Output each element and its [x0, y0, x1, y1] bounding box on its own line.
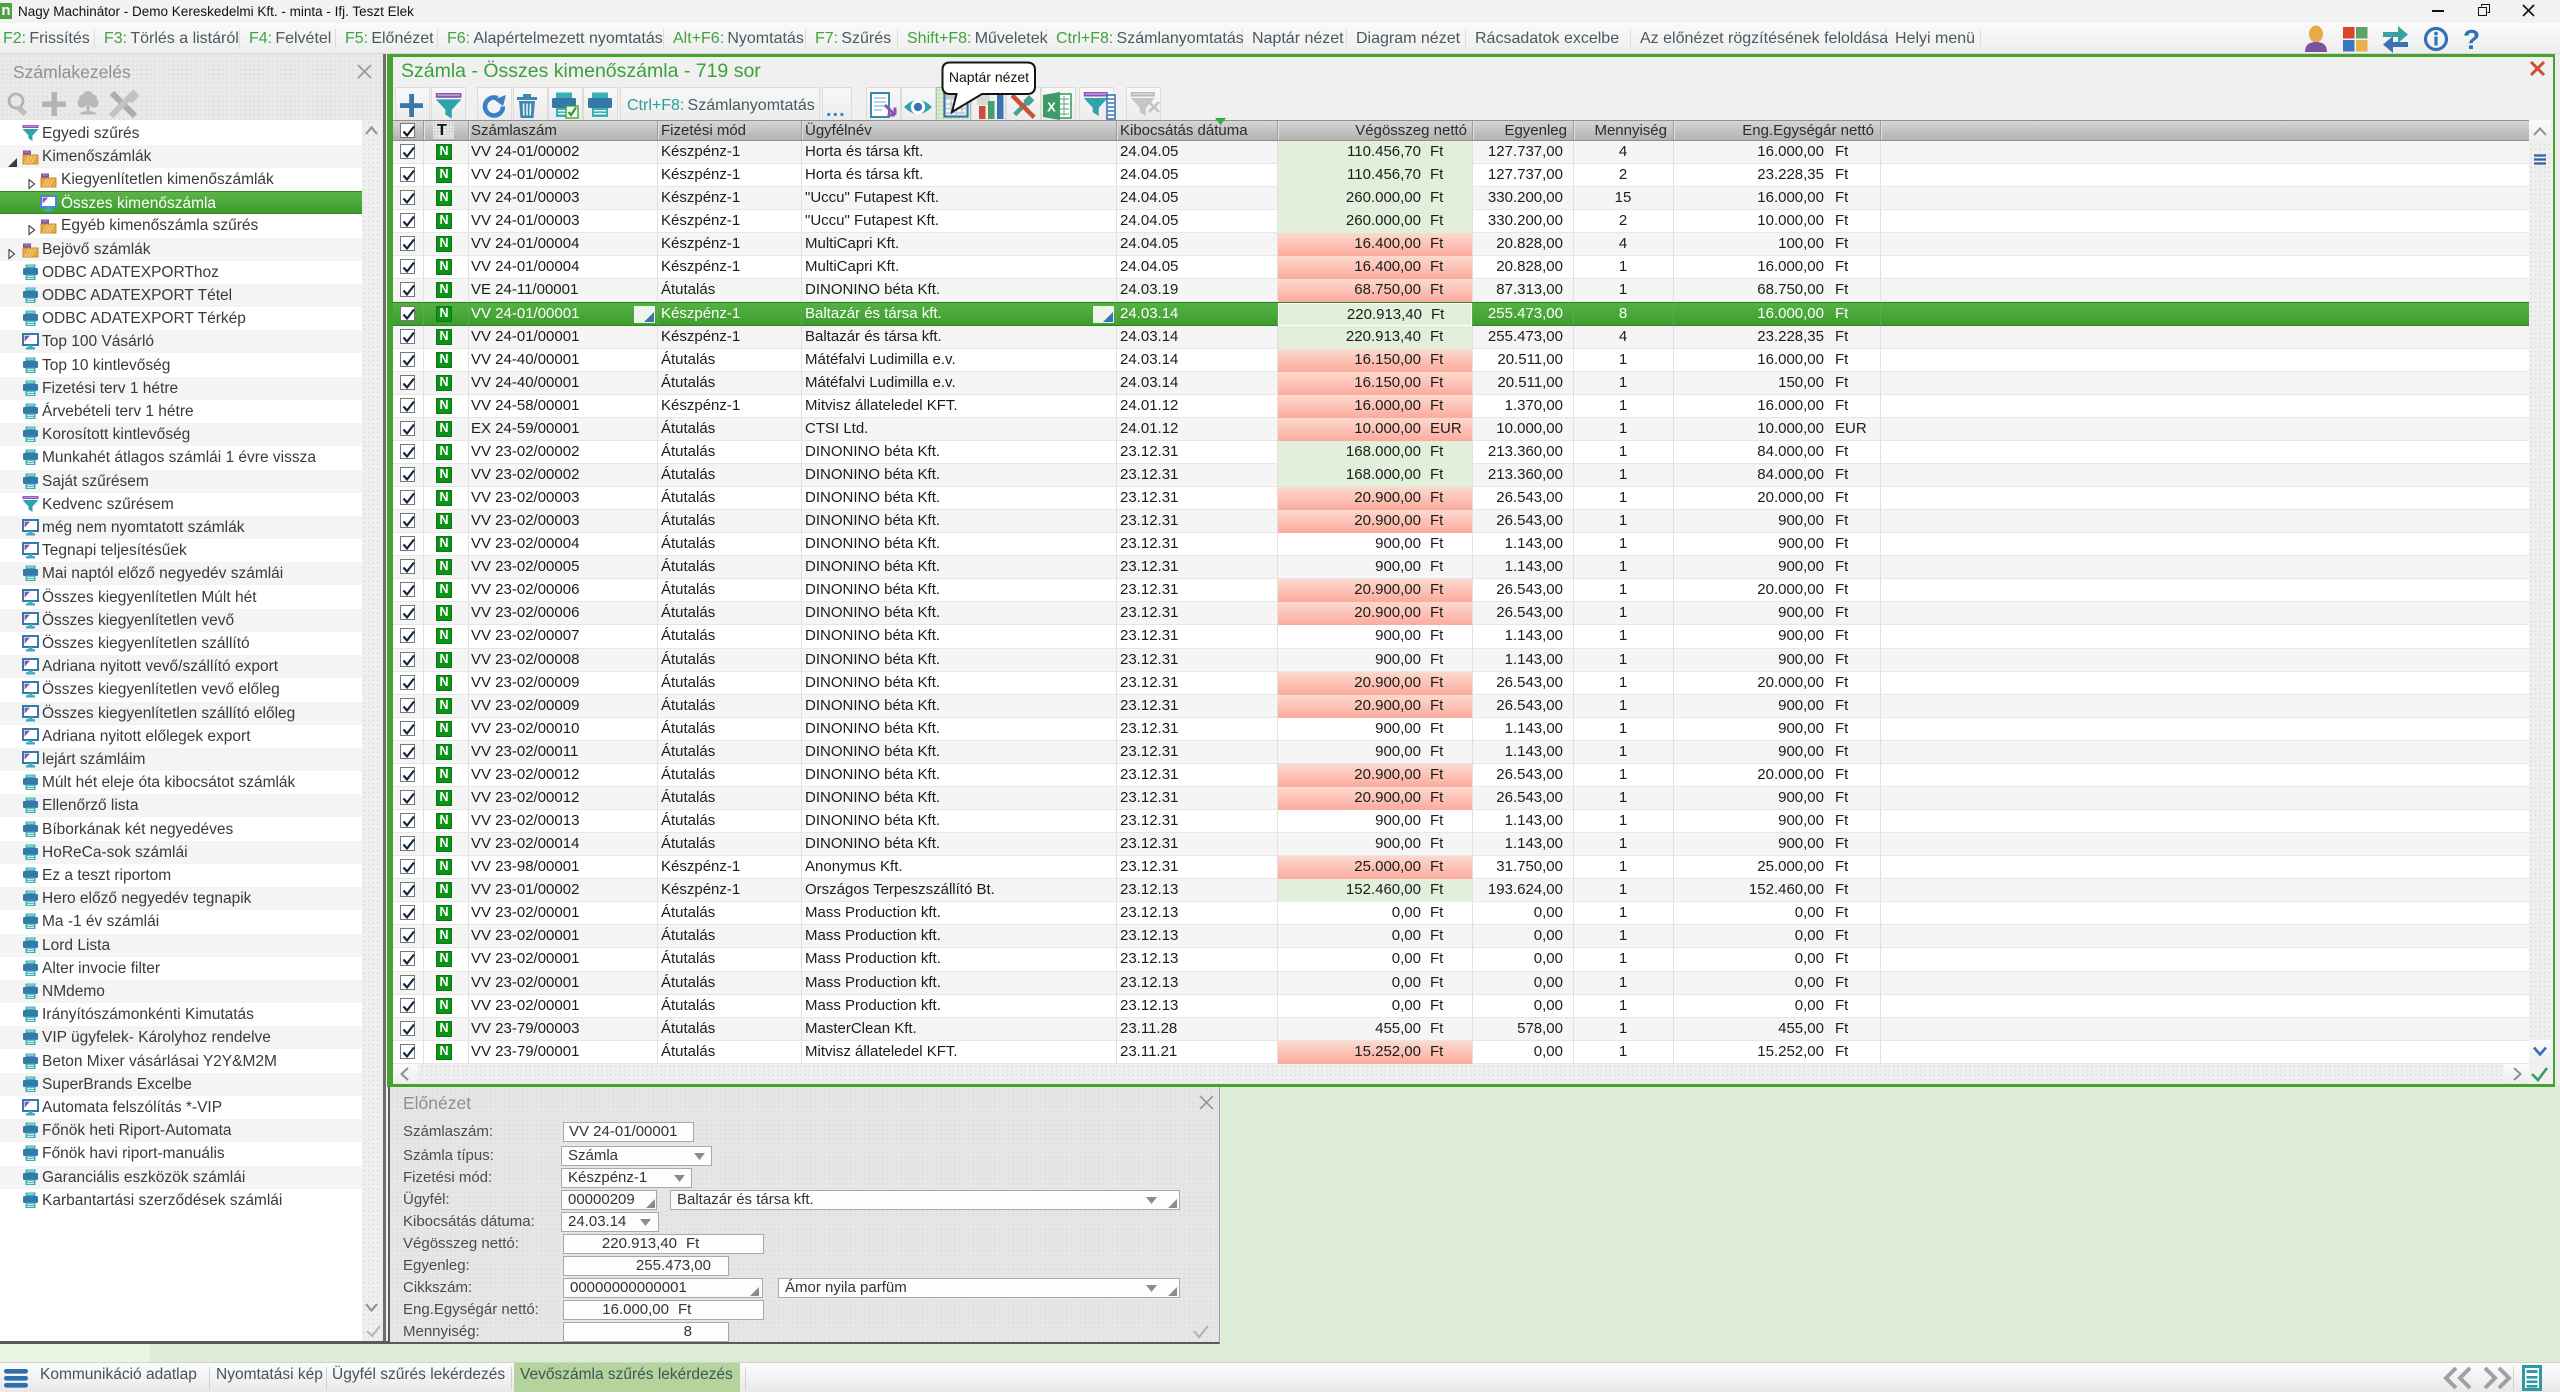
svg-text:X: X [1047, 100, 1056, 115]
